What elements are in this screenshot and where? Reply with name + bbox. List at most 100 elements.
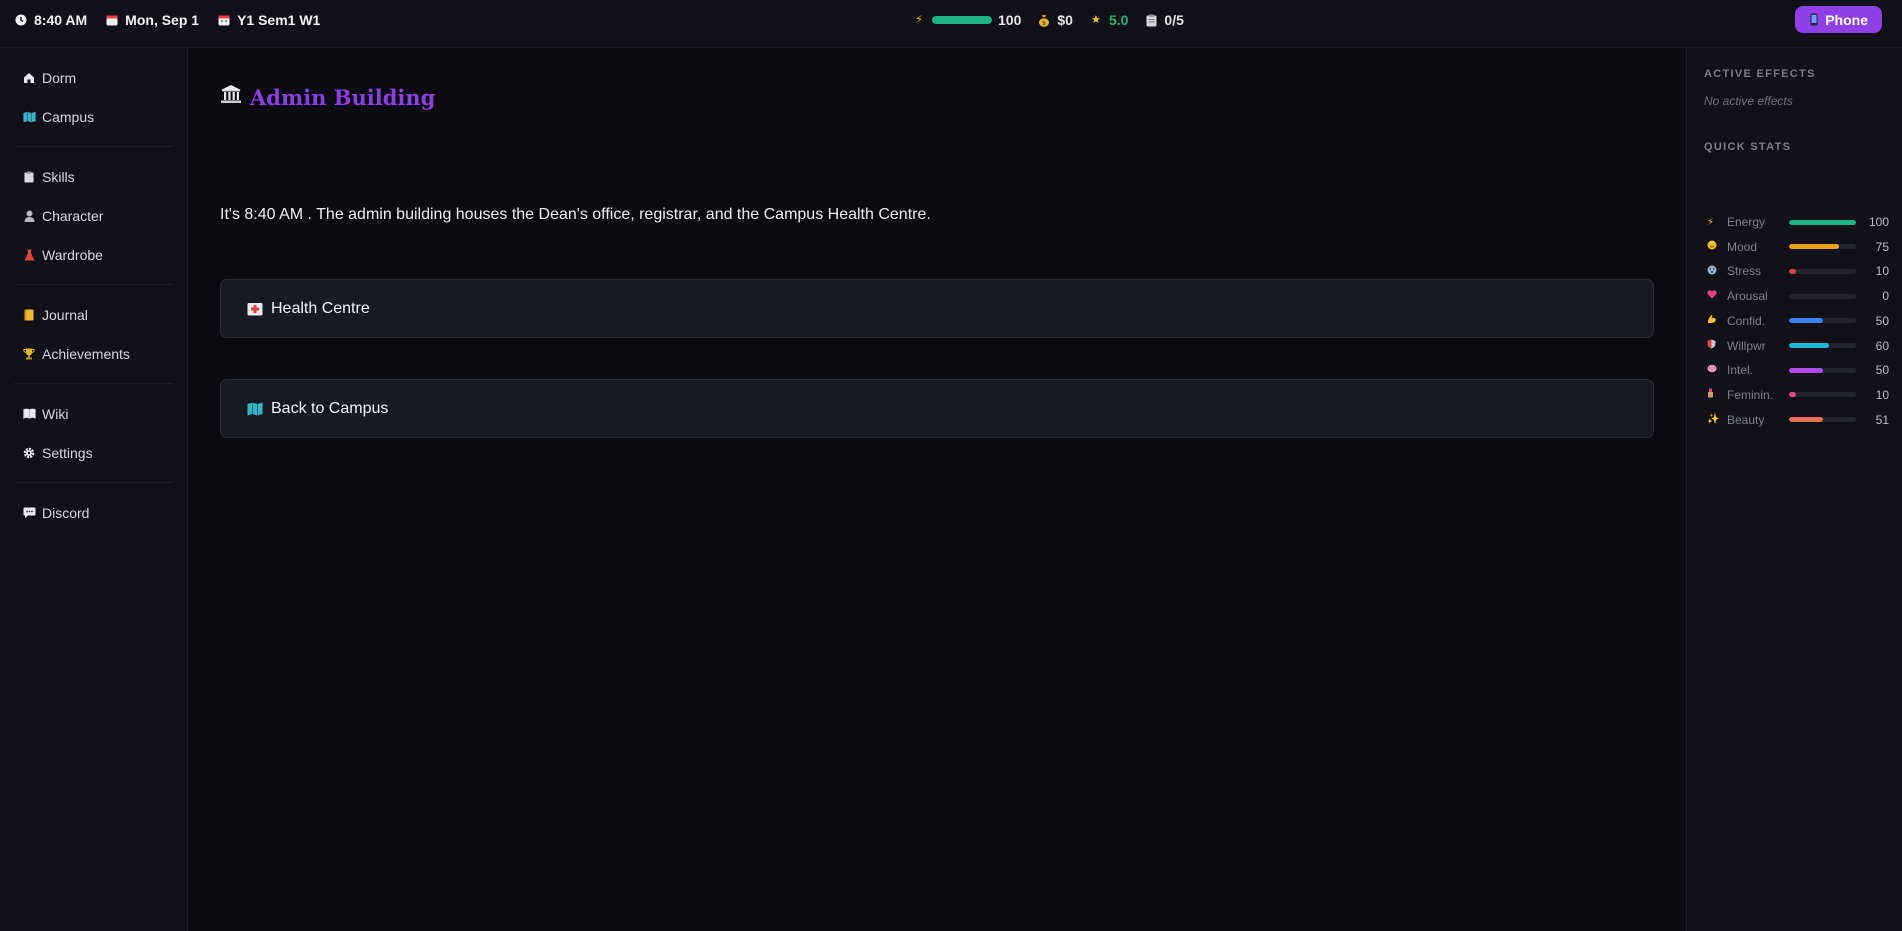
- sidebar-item-campus[interactable]: Campus: [14, 97, 173, 136]
- stat-value: 51: [1875, 412, 1889, 427]
- calendar-icon: [105, 13, 119, 27]
- stat-bar: [1789, 268, 1856, 274]
- rating-display: ★ 5.0: [1089, 12, 1128, 28]
- clipboard-icon: [1144, 13, 1158, 27]
- stat-name: Feminin.: [1727, 387, 1774, 402]
- energy-value: 100: [998, 12, 1022, 28]
- stat-bar-fill: [1789, 244, 1840, 250]
- stat-name: Arousal: [1727, 289, 1768, 304]
- choice-label: Health Centre: [271, 299, 370, 317]
- stressed-face-icon: [1707, 265, 1723, 278]
- stat-row-willpwr: Willpwr 60: [1707, 338, 1889, 354]
- sidebar-item-label: Skills: [42, 168, 75, 185]
- muscle-icon: [1707, 314, 1723, 327]
- stat-row-confid: Confid. 50: [1707, 313, 1889, 329]
- stat-value: 50: [1875, 363, 1889, 378]
- clock-display: 8:40 AM: [14, 12, 87, 28]
- money-display: $ $0: [1037, 12, 1073, 28]
- hospital-icon: [247, 301, 263, 317]
- sidebar-item-label: Wiki: [42, 405, 69, 422]
- term-display: Y1 Sem1 W1: [217, 12, 320, 28]
- sidebar-item-wiki[interactable]: Wiki: [14, 394, 173, 433]
- stat-name: Stress: [1727, 264, 1762, 279]
- stat-bar-fill: [1789, 318, 1823, 324]
- book-icon: [22, 407, 36, 421]
- top-bar: 8:40 AM Mon, Sep 1 Y1 Sem1 W1 ⚡ 100 $ $0: [0, 0, 1902, 48]
- time-text: 8:40 AM: [34, 12, 88, 28]
- tasks-value: 0/5: [1164, 12, 1184, 28]
- sidebar-item-discord[interactable]: Discord: [14, 493, 173, 532]
- trophy-icon: [22, 347, 36, 361]
- sidebar-item-label: Dorm: [42, 69, 77, 86]
- stat-bar-fill: [1789, 367, 1823, 373]
- sidebar-item-achievements[interactable]: Achievements: [14, 334, 173, 373]
- stat-bar: [1789, 392, 1856, 398]
- clipboard-icon: [22, 170, 36, 184]
- sidebar-item-settings[interactable]: Settings: [14, 433, 173, 472]
- map-icon: [247, 401, 263, 417]
- status-panel: ACTIVE EFFECTS No active effects QUICK S…: [1686, 48, 1902, 931]
- energy-display: ⚡ 100: [912, 12, 1021, 28]
- no-effects-note: No active effects: [1704, 94, 1793, 108]
- stat-bar: [1789, 367, 1856, 373]
- stat-row-energy: ⚡ Energy 100: [1707, 214, 1889, 230]
- stat-bar-fill: [1789, 392, 1796, 398]
- term-text: Y1 Sem1 W1: [237, 12, 321, 28]
- sidebar-item-label: Wardrobe: [42, 246, 103, 263]
- stat-bar-fill: [1789, 219, 1856, 225]
- stat-name: Willpwr: [1727, 338, 1766, 353]
- energy-bar: [932, 16, 992, 24]
- stat-name: Mood: [1727, 239, 1758, 254]
- sidebar-item-skills[interactable]: Skills: [14, 157, 173, 196]
- active-effects-heading: ACTIVE EFFECTS: [1704, 68, 1816, 80]
- location-title: Admin Building: [250, 84, 436, 110]
- date-text: Mon, Sep 1: [125, 12, 200, 28]
- date-display: Mon, Sep 1: [105, 12, 199, 28]
- stat-bar: [1789, 244, 1856, 250]
- money-bag-icon: $: [1037, 13, 1051, 27]
- choice-back-to-campus[interactable]: Back to Campus: [220, 379, 1654, 438]
- main-content: Admin Building It's 8:40 AM . The admin …: [188, 48, 1686, 931]
- stat-row-arousal: Arousal 0: [1707, 288, 1889, 304]
- top-bar-stats: ⚡ 100 $ $0 ★ 5.0 0/5: [912, 0, 1184, 40]
- sidebar-item-label: Character: [42, 207, 104, 224]
- stat-bar: [1789, 417, 1856, 423]
- sidebar-item-label: Settings: [42, 444, 93, 461]
- stat-value: 10: [1875, 387, 1889, 402]
- location-description: It's 8:40 AM . The admin building houses…: [220, 206, 931, 223]
- sidebar-item-label: Campus: [42, 108, 95, 125]
- rating-value: 5.0: [1108, 12, 1129, 28]
- page-title: Admin Building: [220, 84, 435, 110]
- stat-row-stress: Stress 10: [1707, 263, 1889, 279]
- phone-icon: [1807, 13, 1821, 27]
- stat-row-beauty: ✨ Beauty 51: [1707, 412, 1889, 428]
- choice-health-centre[interactable]: Health Centre: [220, 279, 1654, 338]
- person-icon: [22, 209, 36, 223]
- star-icon: ★: [1091, 13, 1101, 26]
- nav-group: Skills Character Wardrobe: [14, 147, 173, 285]
- sidebar-item-label: Achievements: [42, 345, 130, 362]
- phone-button[interactable]: Phone: [1795, 6, 1882, 33]
- sidebar-item-journal[interactable]: Journal: [14, 295, 173, 334]
- stat-name: Confid.: [1727, 313, 1766, 328]
- sidebar-item-character[interactable]: Character: [14, 196, 173, 235]
- sidebar-item-dorm[interactable]: Dorm: [14, 58, 173, 97]
- stat-name: Intel.: [1727, 363, 1754, 378]
- phone-label: Phone: [1825, 11, 1868, 28]
- stat-value: 75: [1875, 239, 1889, 254]
- brain-icon: [1707, 364, 1723, 376]
- stat-value: 100: [1868, 215, 1889, 229]
- stat-value: 10: [1875, 264, 1889, 279]
- calendar-icon: [217, 13, 231, 27]
- stat-bar: [1789, 219, 1856, 225]
- stat-value: 0: [1882, 289, 1889, 304]
- quick-stats-heading: QUICK STATS: [1704, 141, 1792, 153]
- stat-bar-fill: [1789, 268, 1796, 274]
- heart-icon: [1707, 290, 1723, 302]
- svg-text:$: $: [1042, 20, 1046, 27]
- sidebar-item-wardrobe[interactable]: Wardrobe: [14, 235, 173, 274]
- sparkles-icon: ✨: [1707, 414, 1720, 426]
- nav-group: Journal Achievements: [14, 285, 173, 384]
- stat-bar: [1789, 318, 1856, 324]
- gear-icon: [22, 446, 36, 460]
